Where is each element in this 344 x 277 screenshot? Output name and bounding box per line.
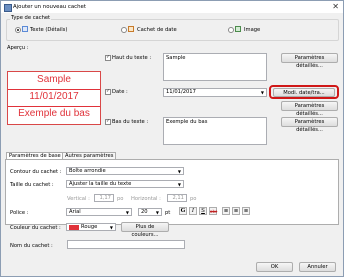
preview-divider-1 [8,89,100,90]
color-swatch [69,225,79,230]
stamp-name-label: Nom du cachet : [10,243,53,249]
font-size-unit: pt [165,210,171,216]
highlight-annotation [269,85,339,99]
top-text-details-button[interactable]: Paramètres détaillés... [281,53,338,69]
align-center-icon[interactable]: ≡ [232,207,240,215]
top-text-label: Haut du texte : [112,55,152,61]
radio-image[interactable] [228,27,234,33]
date-checkbox[interactable]: ✓ [105,89,111,95]
cancel-button[interactable]: Annuler [299,262,336,272]
title-bar: Ajouter un nouveau cachet ✕ [1,1,343,13]
stamp-type-group-label: Type de cachet [10,15,52,21]
outline-label: Contour du cachet : [10,169,62,175]
font-dropdown[interactable]: Arial ▼ [66,208,132,216]
bottom-text-details-button[interactable]: Paramètres détaillés... [281,117,338,133]
stamp-name-input[interactable] [67,240,185,249]
date-dropdown-value: 11/01/2017 [166,89,196,95]
horizontal-input[interactable]: 2,11 [167,194,187,202]
app-icon [4,4,12,12]
preview-bottom-text: Exemple du bas [18,108,90,119]
preview-divider-2 [8,106,100,107]
dialog-window: Ajouter un nouveau cachet ✕ Type de cach… [0,0,344,277]
chevron-down-icon: ▼ [155,210,159,215]
chevron-down-icon: ▼ [177,169,181,174]
horizontal-label: Horizontal : [131,196,161,202]
font-dropdown-value: Arial [69,209,81,215]
font-size-dropdown[interactable]: 20 ▼ [138,208,162,216]
radio-text-details-label: Texte (Détails) [30,27,68,33]
chevron-down-icon: ▼ [177,182,181,187]
chevron-down-icon: ▼ [125,210,129,215]
underline-button[interactable]: S [199,207,207,215]
vertical-label: Vertical : [67,196,90,202]
close-icon[interactable]: ✕ [332,2,339,11]
font-size-value: 20 [141,209,148,215]
vertical-input[interactable]: 1,17 [94,194,114,202]
size-label: Taille du cachet : [10,182,54,188]
color-label: Couleur du cachet : [10,225,61,231]
date-details-button[interactable]: Paramètres détaillés... [281,101,338,117]
bottom-text-label: Bas du texte : [112,119,149,125]
top-text-checkbox[interactable]: ✓ [105,55,111,61]
align-left-icon[interactable]: ≡ [222,207,230,215]
stamp-preview: Sample 11/01/2017 Exemple du bas [7,71,101,125]
chevron-down-icon: ▼ [109,225,113,230]
align-right-icon[interactable]: ≡ [242,207,250,215]
color-dropdown-value: Rouge [81,224,98,230]
top-text-input[interactable]: Sample [163,53,267,81]
calendar-icon [128,26,134,32]
preview-date-text: 11/01/2017 [29,91,79,102]
radio-date-stamp-label: Cachet de date [137,27,177,33]
date-dropdown[interactable]: 11/01/2017 ▼ [163,88,267,97]
more-colors-button[interactable]: Plus de couleurs... [121,222,169,238]
font-label: Police : [10,210,29,216]
preview-top-text: Sample [37,74,71,85]
radio-text-details[interactable] [15,27,21,33]
size-dropdown[interactable]: Ajuster la taille du texte ▼ [66,180,184,188]
radio-date-stamp[interactable] [121,27,127,33]
preview-label: Aperçu : [7,45,29,51]
date-label: Date : [112,89,128,95]
color-dropdown[interactable]: Rouge ▼ [66,223,116,231]
ok-button[interactable]: OK [256,262,293,272]
strikethrough-button[interactable]: abc [209,207,217,215]
vertical-unit: po [117,196,124,202]
window-title: Ajouter un nouveau cachet [13,4,86,10]
radio-image-label: Image [244,27,261,33]
image-icon [235,26,241,32]
size-dropdown-value: Ajuster la taille du texte [69,181,132,187]
bottom-text-input[interactable]: Exemple du bas [163,117,267,145]
italic-button[interactable]: I [189,207,197,215]
bottom-text-checkbox[interactable]: ✓ [105,119,111,125]
outline-dropdown[interactable]: Boîte arrondie ▼ [66,167,184,175]
bold-button[interactable]: G [179,207,187,215]
outline-dropdown-value: Boîte arrondie [69,168,106,174]
chevron-down-icon: ▼ [260,90,264,95]
text-stamp-icon [22,26,28,32]
horizontal-unit: po [190,196,197,202]
